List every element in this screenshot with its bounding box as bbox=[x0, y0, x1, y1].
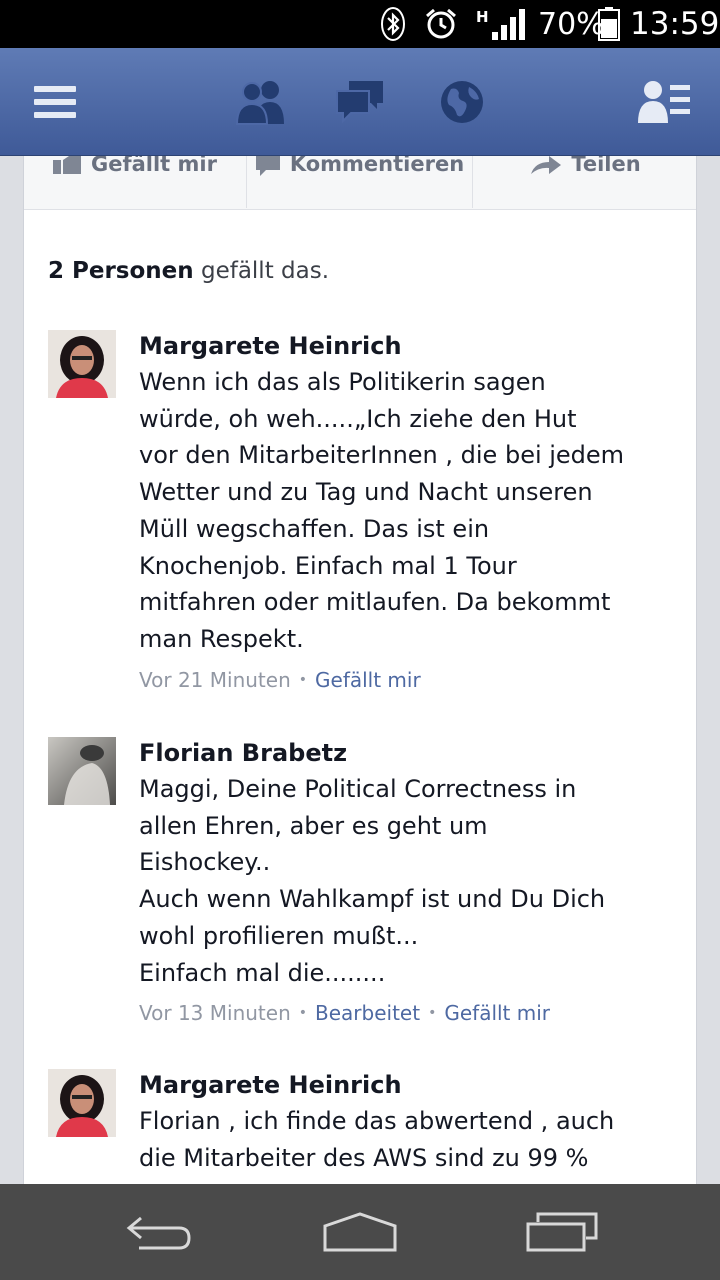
comment-timestamp: Vor 21 Minuten bbox=[139, 667, 291, 692]
comment-button[interactable]: Kommentieren bbox=[248, 156, 473, 208]
comment-timestamp: Vor 13 Minuten bbox=[139, 1001, 291, 1026]
notifications-globe-icon[interactable] bbox=[434, 48, 490, 156]
friend-requests-icon[interactable] bbox=[226, 48, 296, 156]
avatar[interactable] bbox=[48, 1069, 116, 1137]
comment-text: Maggi, Deine Political Correctness in al… bbox=[139, 775, 606, 987]
comment-author[interactable]: Margarete Heinrich bbox=[139, 330, 689, 364]
likes-text: gefällt das. bbox=[193, 258, 330, 284]
comment-author[interactable]: Florian Brabetz bbox=[139, 737, 689, 771]
avatar[interactable] bbox=[48, 737, 116, 805]
comment-icon bbox=[255, 156, 280, 176]
alarm-icon bbox=[424, 0, 458, 48]
system-nav-bar bbox=[0, 1184, 720, 1280]
battery-icon bbox=[598, 0, 620, 48]
clock: 13:59 bbox=[630, 6, 720, 42]
share-button[interactable]: Teilen bbox=[474, 156, 696, 208]
like-button[interactable]: Gefällt mir bbox=[24, 156, 247, 208]
comment-text: Florian , ich finde das abwertend , auch… bbox=[139, 1107, 615, 1172]
separator-dot: • bbox=[298, 1005, 308, 1022]
comment-edited-link[interactable]: Bearbeitet bbox=[315, 1001, 420, 1025]
home-icon[interactable] bbox=[310, 1184, 410, 1280]
network-type: H bbox=[476, 8, 489, 26]
thumbs-up-icon bbox=[53, 156, 81, 174]
comment-like-link[interactable]: Gefällt mir bbox=[315, 668, 421, 692]
bluetooth-icon bbox=[381, 0, 405, 48]
comment-text: Wenn ich das als Politikerin sagen würde… bbox=[139, 368, 625, 653]
comment-author[interactable]: Margarete Heinrich bbox=[139, 1069, 689, 1103]
back-icon[interactable] bbox=[110, 1184, 210, 1280]
post-card: Gefällt mir Kommentieren Teilen 2 Person… bbox=[23, 156, 697, 1186]
comment-label: Kommentieren bbox=[289, 156, 465, 176]
recent-apps-icon[interactable] bbox=[512, 1184, 612, 1280]
comment-meta: Vor 21 Minuten • Gefällt mir bbox=[139, 664, 689, 696]
separator-dot: • bbox=[428, 1005, 437, 1022]
top-nav-bar bbox=[0, 48, 720, 156]
comment-like-link[interactable]: Gefällt mir bbox=[444, 1001, 550, 1025]
like-label: Gefällt mir bbox=[91, 156, 217, 176]
friends-list-icon[interactable] bbox=[632, 48, 696, 156]
signal-icon bbox=[490, 0, 526, 48]
separator-dot: • bbox=[298, 671, 308, 688]
post-action-bar: Gefällt mir Kommentieren Teilen bbox=[24, 156, 696, 210]
avatar[interactable] bbox=[48, 330, 116, 398]
share-arrow-icon bbox=[531, 156, 562, 174]
likes-count[interactable]: 2 Personen bbox=[48, 258, 194, 284]
comment-meta: Vor 13 Minuten • Bearbeitet • Gefällt mir bbox=[139, 997, 689, 1029]
battery-percentage: 70% bbox=[538, 6, 605, 42]
messages-icon[interactable] bbox=[330, 48, 390, 156]
menu-icon[interactable] bbox=[20, 48, 90, 156]
share-label: Teilen bbox=[571, 156, 641, 176]
status-bar: H 70% 13:59 bbox=[0, 0, 720, 48]
likes-summary[interactable]: 2 Personen gefällt das. bbox=[48, 258, 329, 284]
